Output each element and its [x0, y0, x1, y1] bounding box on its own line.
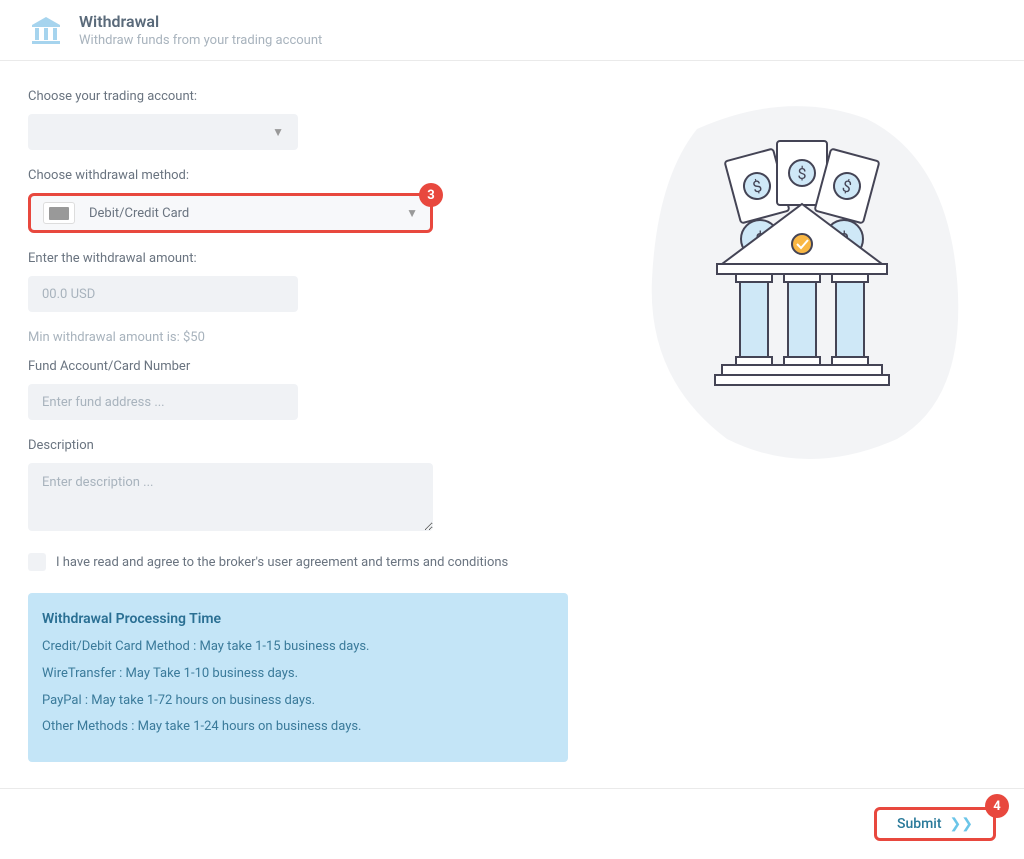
info-line: WireTransfer : May Take 1-10 business da…: [42, 664, 554, 685]
page-header: Withdrawal Withdraw funds from your trad…: [0, 0, 1024, 61]
withdrawal-method-select[interactable]: Debit/Credit Card ▼ 3: [28, 193, 433, 233]
trading-account-select[interactable]: ▼: [28, 114, 298, 150]
fund-account-input[interactable]: [28, 384, 298, 420]
footer: Submit ❯❯ 4: [0, 788, 1024, 859]
processing-time-info: Withdrawal Processing Time Credit/Debit …: [28, 593, 568, 762]
amount-input[interactable]: [28, 276, 298, 312]
double-chevron-right-icon: ❯❯: [950, 816, 973, 832]
info-line: Credit/Debit Card Method : May take 1-15…: [42, 637, 554, 658]
chevron-down-icon: ▼: [406, 206, 418, 220]
info-line: PayPal : May take 1-72 hours on business…: [42, 691, 554, 712]
agreement-label: I have read and agree to the broker's us…: [56, 555, 508, 570]
trading-account-label: Choose your trading account:: [28, 89, 568, 104]
agreement-checkbox[interactable]: [28, 553, 46, 571]
step-badge-3: 3: [419, 183, 443, 207]
credit-card-icon: [43, 202, 75, 224]
bank-illustration-icon: $ $ $ $ $: [637, 99, 967, 469]
chevron-down-icon: ▼: [272, 125, 284, 139]
page-subtitle: Withdraw funds from your trading account: [79, 33, 322, 48]
submit-label: Submit: [897, 816, 942, 832]
form-column: Choose your trading account: ▼ Choose wi…: [28, 89, 568, 762]
description-textarea[interactable]: [28, 463, 433, 531]
bank-icon: [28, 12, 64, 48]
info-line: Other Methods : May take 1-24 hours on b…: [42, 717, 554, 738]
info-box-title: Withdrawal Processing Time: [42, 611, 554, 627]
page-title: Withdrawal: [79, 12, 322, 31]
svg-text:$: $: [798, 164, 807, 183]
withdrawal-method-label: Choose withdrawal method:: [28, 168, 568, 183]
withdrawal-method-value: Debit/Credit Card: [89, 206, 406, 221]
illustration-column: $ $ $ $ $: [608, 89, 996, 762]
submit-button[interactable]: Submit ❯❯: [874, 807, 996, 841]
description-label: Description: [28, 438, 568, 453]
amount-hint: Min withdrawal amount is: $50: [28, 330, 568, 345]
amount-label: Enter the withdrawal amount:: [28, 251, 568, 266]
fund-account-label: Fund Account/Card Number: [28, 359, 568, 374]
step-badge-4: 4: [985, 794, 1009, 818]
